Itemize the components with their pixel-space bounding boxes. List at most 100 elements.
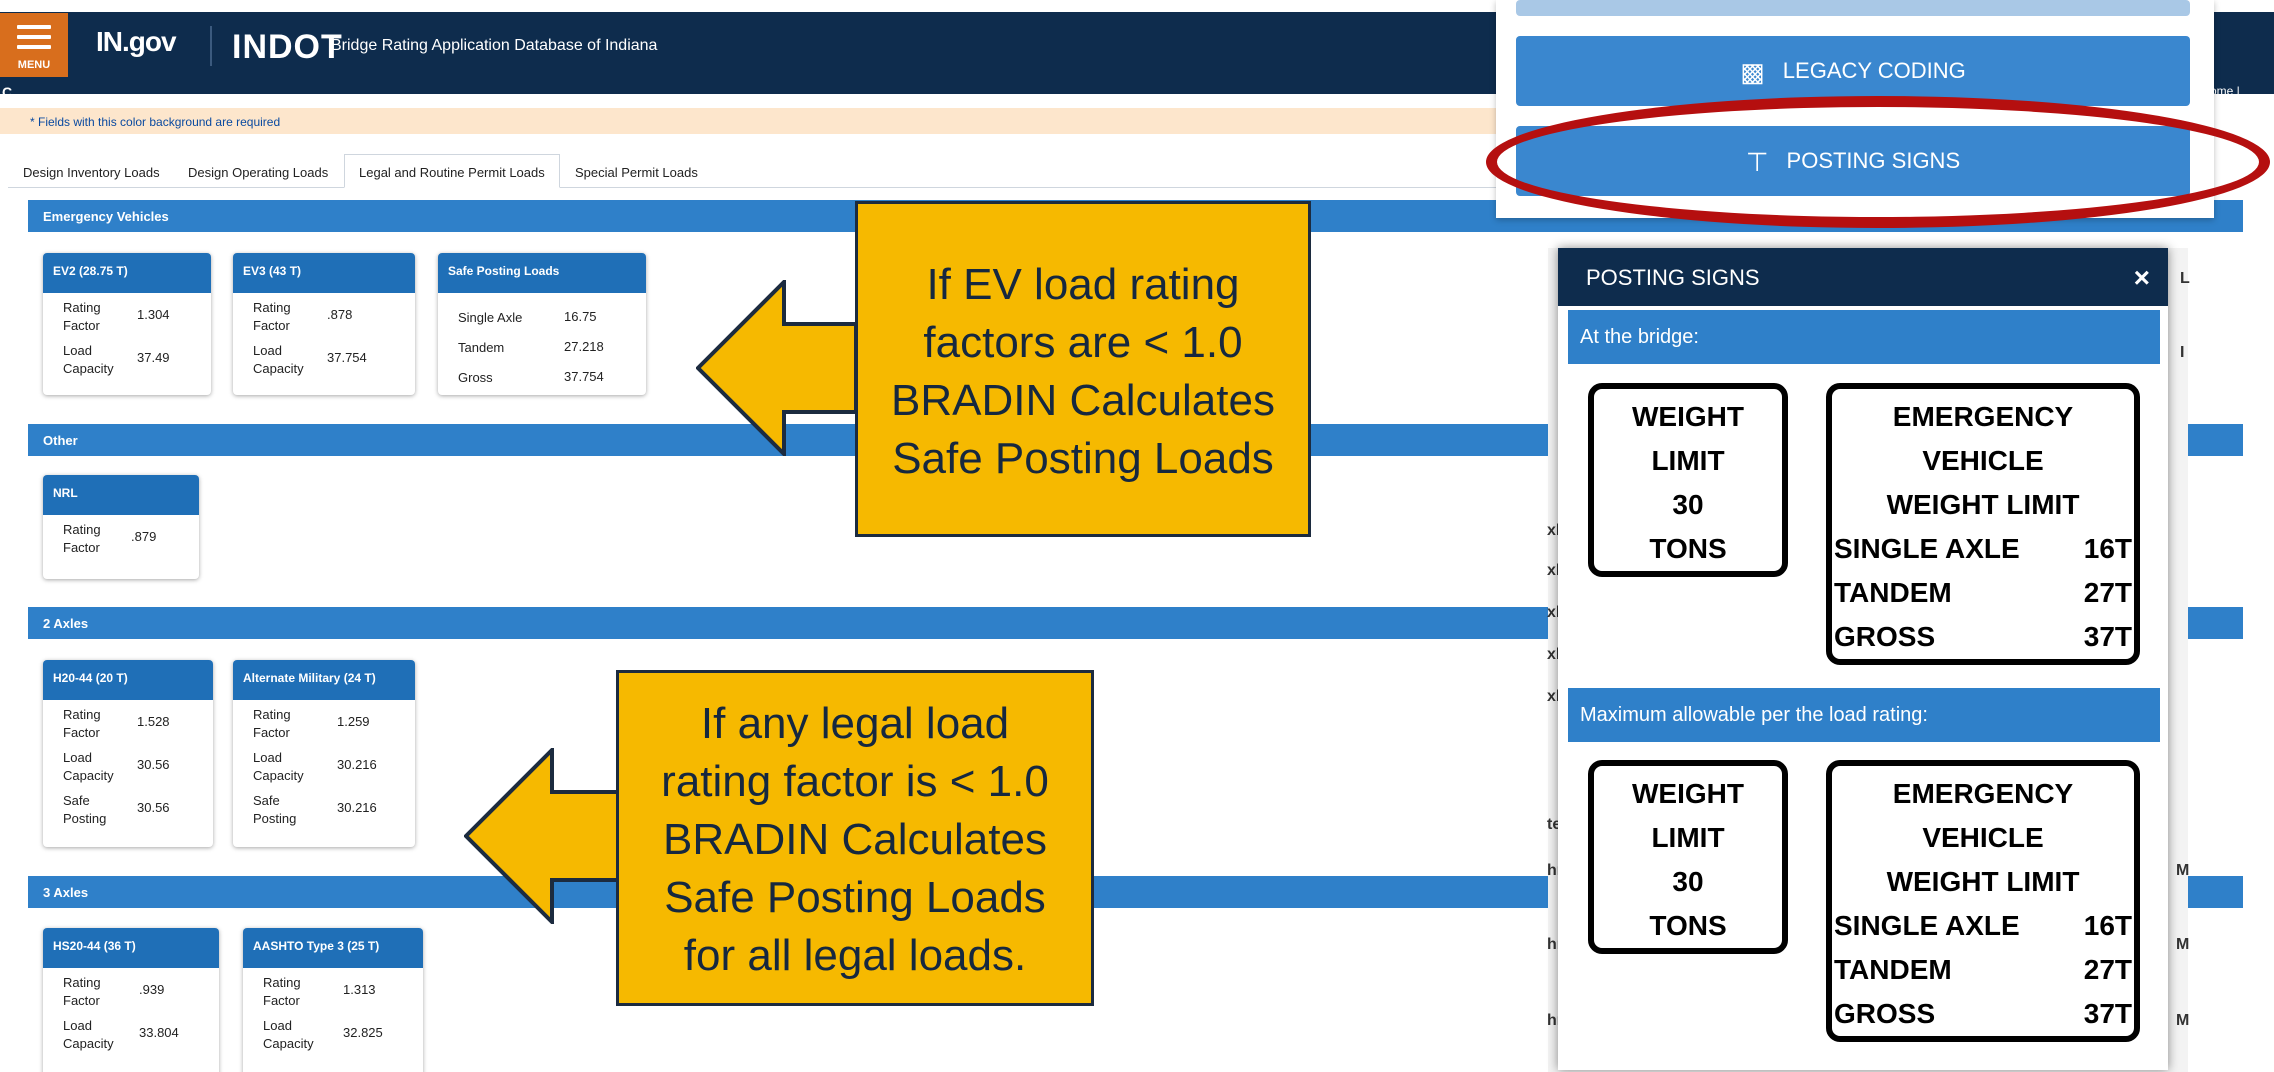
- label: Rating Factor: [253, 300, 291, 333]
- menu-label: MENU: [17, 59, 51, 71]
- tandem-row: Tandem 27.218: [438, 333, 646, 363]
- value: 30.216: [337, 757, 377, 772]
- label: Rating Factor: [63, 707, 101, 740]
- sign-row-value: 27T: [2083, 954, 2132, 985]
- callout-line: BRADIN Calculates: [663, 815, 1047, 864]
- gross-row: Gross 37.754: [438, 363, 646, 393]
- ingov-logo[interactable]: IN.gov: [96, 26, 177, 58]
- label: Safe Posting: [253, 793, 297, 826]
- sign-line: TONS: [1649, 910, 1727, 941]
- card-title: EV2 (28.75 T): [43, 253, 211, 293]
- sign-line: LIMIT: [1651, 822, 1725, 853]
- required-fields-note: * Fields with this color background are …: [0, 108, 1500, 134]
- modal-title: POSTING SIGNS: [1586, 265, 1760, 290]
- callout-line: rating factor is < 1.0: [661, 757, 1049, 806]
- sign-row-value: 16T: [2083, 910, 2132, 941]
- sign-row-label: GROSS: [1834, 998, 1936, 1029]
- sign-line: WEIGHT LIMIT: [1886, 866, 2080, 897]
- card-title: EV3 (43 T): [233, 253, 415, 293]
- header-home-link-fragment[interactable]: ome |: [2210, 84, 2240, 98]
- sign-row-single-axle: SINGLE AXLE 16T: [1834, 527, 2132, 571]
- value: 1.313: [343, 982, 376, 997]
- emergency-vehicle-weight-limit-sign: EMERGENCY VEHICLE WEIGHT LIMIT SINGLE AX…: [1826, 383, 2140, 665]
- rating-factor-row: Rating Factor 1.313: [243, 968, 423, 1011]
- value: 37.754: [564, 369, 604, 384]
- sign-row-label: TANDEM: [1834, 577, 1952, 608]
- sign-row-tandem: TANDEM 27T: [1834, 948, 2132, 992]
- legacy-coding-label: LEGACY CODING: [1782, 58, 1966, 83]
- value: 16.75: [564, 309, 597, 324]
- callout-line: Safe Posting Loads: [892, 434, 1274, 483]
- label: Load Capacity: [63, 750, 114, 783]
- sign-line: WEIGHT: [1632, 778, 1744, 809]
- value: 1.528: [137, 714, 170, 729]
- rating-factor-row: Rating Factor 1.528: [43, 700, 213, 743]
- rating-factor-row: Rating Factor .878: [233, 293, 415, 336]
- sign-row-gross: GROSS 37T: [1834, 992, 2132, 1036]
- book-icon: ▩: [1740, 57, 1765, 88]
- sign-line: VEHICLE: [1922, 822, 2044, 853]
- weight-limit-sign: WEIGHT LIMIT 30 TONS: [1588, 383, 1788, 577]
- sign-line: 30: [1672, 866, 1704, 897]
- indot-logo[interactable]: INDOT: [232, 28, 343, 67]
- sign-row-value: 37T: [2083, 998, 2132, 1029]
- sign-row-value: 27T: [2083, 577, 2132, 608]
- label: Rating Factor: [63, 975, 101, 1008]
- sign-line: VEHICLE: [1922, 445, 2044, 476]
- sign-row-label: SINGLE AXLE: [1834, 910, 2020, 941]
- card-title: NRL: [43, 475, 199, 515]
- posting-signs-modal: POSTING SIGNS × At the bridge: WEIGHT LI…: [1558, 248, 2168, 1070]
- callout-arrow-left-icon: [464, 748, 620, 924]
- tab-special-permit-loads[interactable]: Special Permit Loads: [560, 154, 713, 188]
- header-divider: [210, 26, 212, 66]
- value: .878: [327, 307, 353, 322]
- edge-text-fragment: M: [2176, 862, 2190, 879]
- sign-line: WEIGHT LIMIT: [1886, 489, 2080, 520]
- tab-design-operating-loads[interactable]: Design Operating Loads: [173, 154, 343, 188]
- subbar-fragment: C: [2, 84, 13, 100]
- dropdown-item-faded[interactable]: [1516, 0, 2190, 16]
- sign-line: WEIGHT: [1632, 401, 1744, 432]
- label: Safe Posting: [63, 793, 107, 826]
- card-safe-posting-loads: Safe Posting Loads Single Axle 16.75 Tand…: [438, 253, 646, 395]
- sign-line: EMERGENCY: [1892, 401, 2074, 432]
- label: Load Capacity: [63, 1018, 114, 1051]
- load-capacity-row: Load Capacity 32.825: [243, 1011, 423, 1054]
- label: Rating Factor: [63, 522, 101, 555]
- load-tabs: Design Inventory Loads Design Operating …: [8, 154, 1498, 188]
- card-ev2: EV2 (28.75 T) Rating Factor 1.304 Load Ca…: [43, 253, 211, 395]
- callout-legal-load-rating: If any legal load rating factor is < 1.0…: [616, 670, 1094, 1006]
- tab-design-inventory-loads[interactable]: Design Inventory Loads: [8, 154, 175, 188]
- card-alternate-military: Alternate Military (24 T) Rating Factor 1…: [233, 660, 415, 847]
- card-title: Alternate Military (24 T): [233, 660, 415, 700]
- sign-line: LIMIT: [1651, 445, 1725, 476]
- tab-legal-routine-permit-loads[interactable]: Legal and Routine Permit Loads: [344, 154, 560, 188]
- menu-button[interactable]: MENU: [0, 13, 68, 77]
- value: 27.218: [564, 339, 604, 354]
- card-title: HS20-44 (36 T): [43, 928, 219, 968]
- label: Rating Factor: [63, 300, 101, 333]
- hamburger-icon: [17, 25, 51, 55]
- value: 1.259: [337, 714, 370, 729]
- callout-line: Safe Posting Loads: [664, 873, 1046, 922]
- sign-row-tandem: TANDEM 27T: [1834, 571, 2132, 615]
- value: 30.56: [137, 757, 170, 772]
- max-allowable-header: Maximum allowable per the load rating:: [1568, 688, 2160, 742]
- card-h20-44: H20-44 (20 T) Rating Factor 1.528 Load Ca…: [43, 660, 213, 847]
- rating-factor-row: Rating Factor 1.304: [43, 293, 211, 336]
- sign-row-value: 16T: [2083, 533, 2132, 564]
- at-the-bridge-header: At the bridge:: [1568, 310, 2160, 364]
- weight-limit-sign-max: WEIGHT LIMIT 30 TONS: [1588, 760, 1788, 954]
- safe-posting-row: Safe Posting 30.56: [43, 786, 213, 829]
- edge-text-fragment: L: [2180, 270, 2190, 287]
- rating-factor-row: Rating Factor 1.259: [233, 700, 415, 743]
- sign-row-label: TANDEM: [1834, 954, 1952, 985]
- value: 30.216: [337, 800, 377, 815]
- close-icon[interactable]: ×: [2134, 262, 2150, 294]
- callout-line: BRADIN Calculates: [891, 376, 1275, 425]
- sign-row-label: SINGLE AXLE: [1834, 533, 2020, 564]
- callout-ev-load-rating: If EV load rating factors are < 1.0 BRAD…: [855, 201, 1311, 537]
- value: 33.804: [139, 1025, 179, 1040]
- label: Gross: [458, 370, 493, 385]
- callout-arrow-left-icon: [696, 280, 858, 456]
